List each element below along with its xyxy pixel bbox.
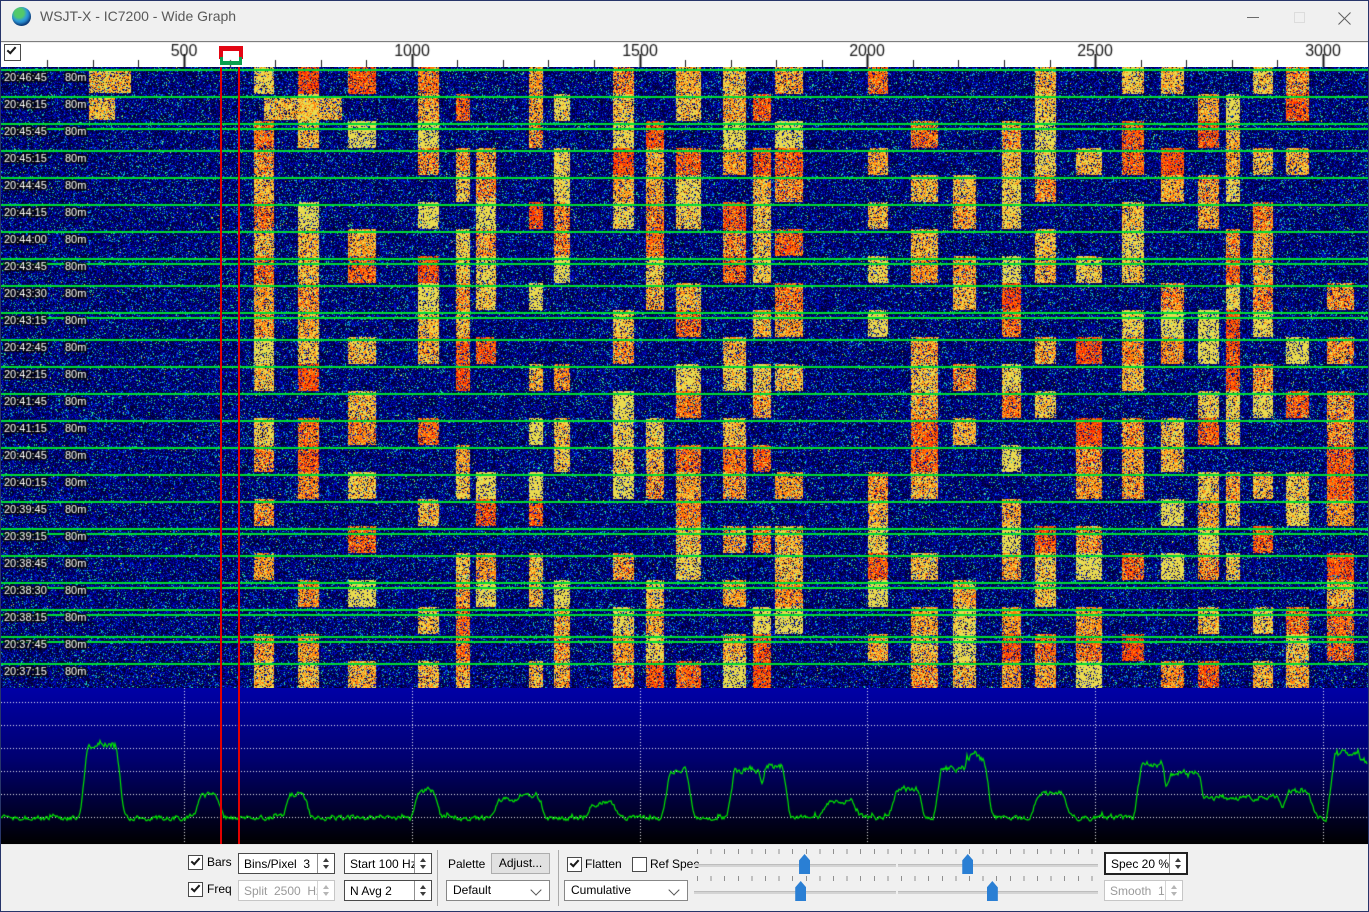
scale-checkbox[interactable] <box>4 44 21 61</box>
start-freq-spinbox[interactable]: Start 100 Hz <box>344 853 432 874</box>
spinner-arrows-icon <box>1165 881 1182 900</box>
smooth-value: Smooth 1 <box>1105 884 1165 898</box>
frequency-scale-area <box>1 41 1368 67</box>
window-controls <box>1230 1 1368 32</box>
slider-thumb[interactable] <box>962 854 973 874</box>
palette-label: Palette <box>448 857 485 871</box>
control-bar: Bars Bins/Pixel 3 Start 100 Hz Freq Spli… <box>1 844 1368 912</box>
maximize-button <box>1276 1 1322 32</box>
minimize-icon <box>1247 17 1259 18</box>
palette-select[interactable]: Default <box>446 880 550 901</box>
window-title: WSJT-X - IC7200 - Wide Graph <box>40 1 236 32</box>
spec-percent-spinbox[interactable]: Spec 20 % <box>1104 852 1188 875</box>
slider-thumb[interactable] <box>795 881 806 901</box>
bars-label: Bars <box>207 855 232 869</box>
bars-checkbox[interactable] <box>188 855 203 870</box>
ref-spec-label: Ref Spec <box>650 857 699 871</box>
spinner-arrows-icon <box>317 881 334 900</box>
zero-slider-waterfall[interactable] <box>694 875 896 901</box>
bins-pixel-spinbox[interactable]: Bins/Pixel 3 <box>238 853 335 874</box>
slider-ticks <box>901 876 1095 881</box>
split-freq-value: Split 2500 Hz <box>239 884 317 898</box>
slider-groove[interactable] <box>898 891 1098 894</box>
flatten-checkbox[interactable] <box>567 857 582 872</box>
n-avg-spinbox[interactable]: N Avg 2 <box>344 880 432 901</box>
gain-slider-right[interactable] <box>898 848 1098 874</box>
waterfall-display[interactable] <box>1 67 1368 688</box>
separator <box>558 850 559 906</box>
freq-label: Freq <box>207 882 232 896</box>
rx-freq-line <box>220 67 222 844</box>
maximize-icon <box>1294 12 1305 23</box>
slider-ticks <box>901 849 1095 854</box>
mode-select[interactable]: Cumulative <box>564 880 688 901</box>
spinner-arrows-icon[interactable] <box>1169 854 1186 873</box>
zero-slider-right[interactable] <box>898 875 1098 901</box>
start-freq-value: Start 100 Hz <box>345 857 414 871</box>
wide-graph-window: WSJT-X - IC7200 - Wide Graph Bars Bins/P… <box>0 0 1369 912</box>
titlebar[interactable]: WSJT-X - IC7200 - Wide Graph <box>1 1 1368 32</box>
tx-freq-line <box>238 67 240 844</box>
chevron-down-icon <box>530 884 541 895</box>
slider-groove[interactable] <box>898 864 1098 867</box>
freq-checkbox[interactable] <box>188 882 203 897</box>
flatten-label: Flatten <box>585 857 622 871</box>
separator <box>437 850 438 906</box>
n-avg-value: N Avg 2 <box>345 884 414 898</box>
mode-select-value: Cumulative <box>571 883 631 897</box>
adjust-button[interactable]: Adjust... <box>491 853 550 874</box>
spinner-arrows-icon[interactable] <box>317 854 334 873</box>
spinner-arrows-icon[interactable] <box>414 881 431 900</box>
split-freq-spinbox: Split 2500 Hz <box>238 880 335 901</box>
slider-thumb[interactable] <box>799 854 810 874</box>
slider-ticks <box>697 849 893 854</box>
spinner-arrows-icon[interactable] <box>414 854 431 873</box>
frequency-scale[interactable] <box>1 41 1368 67</box>
close-button[interactable] <box>1322 1 1368 32</box>
gain-slider-waterfall[interactable] <box>694 848 896 874</box>
wsjtx-globe-icon <box>12 7 31 26</box>
rx-freq-marker[interactable] <box>220 57 242 65</box>
chevron-down-icon <box>668 884 679 895</box>
spec-percent-value: Spec 20 % <box>1106 857 1169 871</box>
bins-pixel-value: Bins/Pixel 3 <box>239 857 317 871</box>
slider-groove[interactable] <box>694 891 896 894</box>
minimize-button[interactable] <box>1230 1 1276 32</box>
slider-ticks <box>697 876 893 881</box>
slider-groove[interactable] <box>694 864 896 867</box>
palette-select-value: Default <box>453 883 491 897</box>
slider-thumb[interactable] <box>987 881 998 901</box>
spectrum-display[interactable] <box>1 688 1368 844</box>
smooth-spinbox: Smooth 1 <box>1104 880 1183 901</box>
close-icon <box>1338 10 1352 24</box>
ref-spec-checkbox[interactable] <box>632 857 647 872</box>
